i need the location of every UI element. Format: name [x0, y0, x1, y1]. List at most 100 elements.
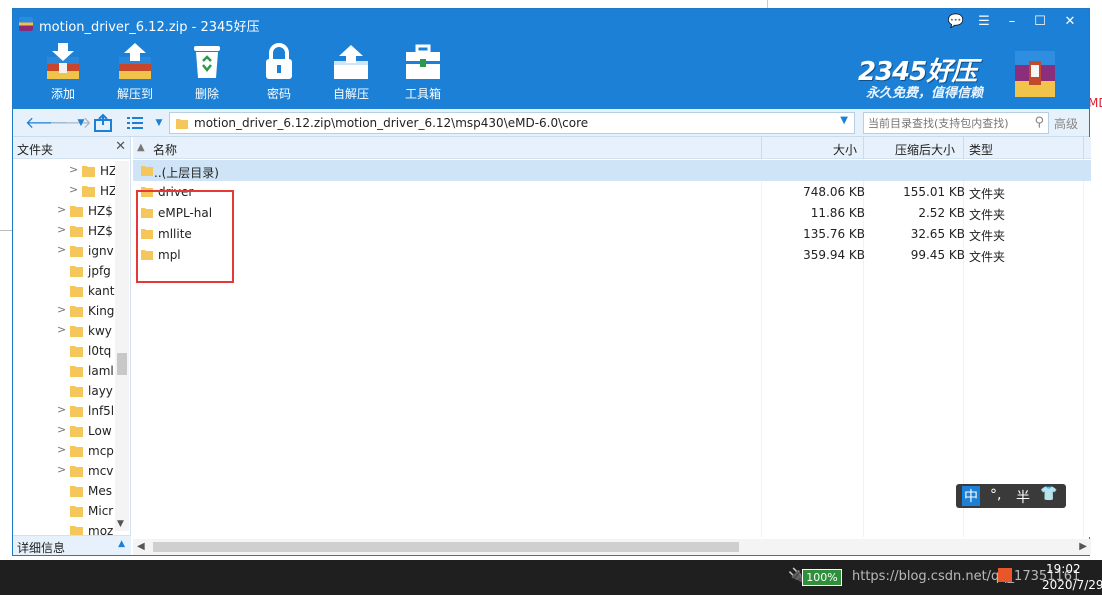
menu-button[interactable]: ☰: [973, 13, 995, 31]
toolbox-icon: [406, 44, 440, 79]
ime-width[interactable]: 半: [1016, 487, 1030, 507]
file-size: 359.94 KB: [803, 248, 865, 262]
self-extract-button[interactable]: 自解压: [323, 41, 379, 105]
title-bar[interactable]: motion_driver_6.12.zip - 2345好压 💬 ☰ – ☐ …: [13, 9, 1089, 39]
file-compressed-size: 155.01 KB: [903, 185, 965, 199]
expand-arrow-icon[interactable]: >: [57, 223, 67, 236]
expand-arrow-icon[interactable]: >: [57, 443, 67, 456]
expand-arrow-icon[interactable]: >: [57, 463, 67, 476]
app-tray-icon[interactable]: [998, 568, 1012, 582]
address-bar: 🡐 🡒 ▼ ▼ motion_driver_6.12.zip\motion_dr…: [13, 109, 1089, 137]
minimize-button[interactable]: –: [1001, 13, 1023, 31]
expand-arrow-icon[interactable]: >: [57, 303, 67, 316]
path-field[interactable]: motion_driver_6.12.zip\motion_driver_6.1…: [169, 112, 855, 134]
expand-arrow-icon[interactable]: >: [57, 203, 67, 216]
close-button[interactable]: ✕: [1059, 13, 1081, 31]
brand-slogan: 永久免费，值得信赖: [866, 86, 984, 101]
search-field[interactable]: ⚲: [863, 112, 1049, 134]
password-label: 密码: [266, 87, 291, 101]
column-compressed[interactable]: 压缩后大小: [895, 141, 955, 158]
expand-arrow-icon[interactable]: >: [69, 163, 79, 176]
column-name[interactable]: 名称: [153, 141, 177, 158]
sort-up-icon[interactable]: ▲: [137, 142, 145, 153]
tree-item-label: lnf5l: [88, 404, 115, 418]
extract-to-button[interactable]: 解压到: [107, 41, 163, 105]
view-dropdown-icon[interactable]: ▼: [149, 113, 169, 133]
folder-icon: [70, 426, 83, 437]
search-icon[interactable]: ⚲: [1034, 115, 1044, 130]
folder-icon: [70, 206, 83, 217]
ime-status-bar[interactable]: 中 °, 半 👕: [956, 484, 1066, 508]
folder-tree-panel: 文件夹 ✕ > HZ > HZ > HZ$ > HZ$ > ignv jpfg kant > King > k…: [13, 137, 131, 537]
scroll-left-icon[interactable]: ◀: [137, 541, 145, 552]
taskbar: 🔌 100% https://blog.csdn.net/qq_17351161…: [0, 560, 1102, 595]
extract-to-icon: [119, 43, 151, 79]
column-header: ▲ 名称 大小 压缩后大小 类型: [133, 137, 1091, 159]
column-divider: [863, 137, 864, 159]
column-size[interactable]: 大小: [833, 141, 857, 158]
tree-scroll-thumb[interactable]: [117, 353, 127, 375]
feedback-button[interactable]: 💬: [945, 13, 967, 31]
advanced-search-link[interactable]: 高级: [1054, 115, 1078, 132]
maximize-button[interactable]: ☐: [1029, 13, 1051, 31]
history-dropdown-icon[interactable]: ▼: [71, 113, 91, 133]
folder-icon: [70, 506, 83, 517]
expand-arrow-icon[interactable]: >: [57, 243, 67, 256]
expand-arrow-icon[interactable]: >: [57, 323, 67, 336]
parent-directory-row[interactable]: ..(上层目录): [133, 160, 1091, 181]
tree-scrollbar[interactable]: ▼: [115, 161, 129, 531]
file-row[interactable]: mllite 135.76 KB 32.65 KB 文件夹: [133, 223, 1091, 244]
desktop-divider: [0, 230, 12, 231]
expand-arrow-icon[interactable]: >: [57, 403, 67, 416]
back-button[interactable]: 🡐: [25, 113, 68, 133]
extract-to-label: 解压到: [116, 87, 153, 101]
add-button[interactable]: 添加: [35, 41, 91, 105]
up-folder-icon[interactable]: [93, 113, 113, 133]
add-label: 添加: [50, 87, 75, 101]
path-dropdown-icon[interactable]: ▼: [840, 115, 848, 126]
password-button[interactable]: 密码: [251, 41, 307, 105]
details-toggle[interactable]: 详细信息 ▲: [13, 535, 131, 555]
view-list-icon[interactable]: [125, 113, 145, 133]
file-row[interactable]: eMPL-hal 11.86 KB 2.52 KB 文件夹: [133, 202, 1091, 223]
file-size: 135.76 KB: [803, 227, 865, 241]
ime-mode[interactable]: 中: [962, 486, 980, 506]
chevron-up-icon[interactable]: ▲: [118, 539, 125, 549]
clock-time[interactable]: 19:02: [1046, 562, 1081, 576]
toolbox-button[interactable]: 工具箱: [395, 41, 451, 105]
scroll-right-icon[interactable]: ▶: [1079, 541, 1087, 552]
folder-icon: [176, 119, 188, 129]
desktop-text-fragment: MD: [1088, 96, 1102, 110]
scroll-down-icon[interactable]: ▼: [117, 519, 124, 529]
close-panel-icon[interactable]: ✕: [115, 139, 126, 154]
tree-item-label: King: [88, 304, 115, 318]
file-row[interactable]: mpl 359.94 KB 99.45 KB 文件夹: [133, 244, 1091, 265]
tree-item-label: jpfg: [88, 264, 111, 278]
folder-icon: [70, 466, 83, 477]
folder-icon: [70, 366, 83, 377]
folder-icon: [70, 486, 83, 497]
horizontal-scrollbar[interactable]: ◀ ▶: [133, 539, 1091, 555]
delete-button[interactable]: 删除: [179, 41, 235, 105]
file-type: 文件夹: [969, 250, 1006, 264]
expand-arrow-icon[interactable]: >: [57, 423, 67, 436]
tree-item-label: Low: [88, 424, 112, 438]
file-type: 文件夹: [969, 229, 1006, 243]
folder-icon: [82, 166, 95, 177]
search-input[interactable]: [868, 115, 1028, 131]
ime-punctuation[interactable]: °,: [990, 487, 1001, 503]
folder-icon: [70, 246, 83, 257]
file-compressed-size: 2.52 KB: [918, 206, 965, 220]
forward-button[interactable]: 🡒: [49, 113, 92, 133]
annotation-highlight-box: [136, 190, 234, 283]
expand-arrow-icon[interactable]: >: [69, 183, 79, 196]
horizontal-scroll-thumb[interactable]: [153, 542, 739, 552]
tree-item-label: HZ$: [88, 204, 113, 218]
app-window: motion_driver_6.12.zip - 2345好压 💬 ☰ – ☐ …: [12, 8, 1091, 556]
battery-indicator[interactable]: 100%: [802, 569, 842, 586]
folder-icon: [70, 446, 83, 457]
file-row[interactable]: driver 748.06 KB 155.01 KB 文件夹: [133, 181, 1091, 202]
clock-date[interactable]: 2020/7/29: [1042, 578, 1102, 592]
column-type[interactable]: 类型: [969, 141, 993, 158]
skin-icon[interactable]: 👕: [1040, 486, 1057, 502]
